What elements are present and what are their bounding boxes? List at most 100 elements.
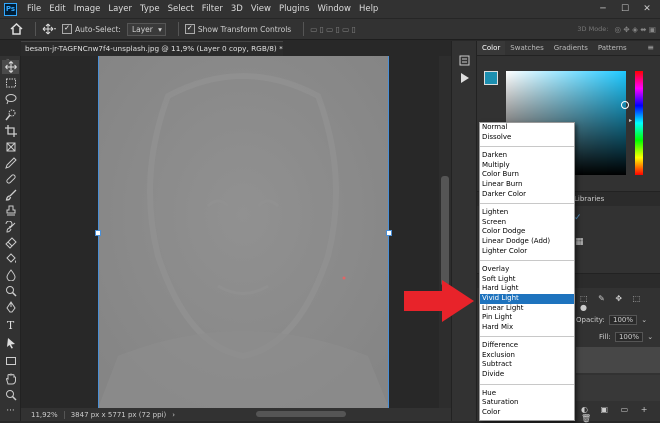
move-tool-icon[interactable] bbox=[2, 60, 19, 74]
opacity-value[interactable]: 100% bbox=[609, 315, 638, 325]
blend-mode-hue[interactable]: Hue bbox=[480, 389, 574, 399]
brush-tool-icon[interactable] bbox=[2, 188, 19, 202]
maximize-button[interactable]: ☐ bbox=[614, 0, 636, 18]
status-chevron-icon[interactable]: › bbox=[172, 411, 175, 419]
blend-mode-divide[interactable]: Divide bbox=[480, 370, 574, 380]
layer-row-selected[interactable] bbox=[576, 347, 660, 373]
foreground-color-swatch[interactable] bbox=[484, 71, 498, 85]
play-actions-icon[interactable] bbox=[460, 73, 470, 85]
chevron-down-icon[interactable]: ⌄ bbox=[641, 316, 647, 324]
blend-mode-color[interactable]: Color bbox=[480, 408, 574, 418]
frame-tool-icon[interactable] bbox=[2, 140, 19, 154]
blend-mode-normal[interactable]: Normal bbox=[480, 123, 574, 133]
vertical-scroll-thumb[interactable] bbox=[441, 176, 449, 286]
close-window-button[interactable]: ✕ bbox=[636, 0, 658, 18]
transform-handle-left[interactable] bbox=[95, 230, 101, 236]
marquee-tool-icon[interactable] bbox=[2, 76, 19, 90]
more-tools-icon[interactable]: ··· bbox=[2, 404, 19, 418]
eraser-tool-icon[interactable] bbox=[2, 236, 19, 250]
transform-handle-right[interactable] bbox=[386, 230, 392, 236]
blend-mode-darker-color[interactable]: Darker Color bbox=[480, 190, 574, 200]
fill-control[interactable]: Fill: 100% ⌄ bbox=[599, 332, 653, 342]
blend-mode-darken[interactable]: Darken bbox=[480, 151, 574, 161]
blend-mode-overlay[interactable]: Overlay bbox=[480, 265, 574, 275]
menu-help[interactable]: Help bbox=[355, 4, 382, 14]
blend-mode-multiply[interactable]: Multiply bbox=[480, 161, 574, 171]
healing-brush-tool-icon[interactable] bbox=[2, 172, 19, 186]
grid-icon[interactable]: ▦ bbox=[575, 237, 584, 247]
paint-bucket-tool-icon[interactable] bbox=[2, 252, 19, 266]
menu-select[interactable]: Select bbox=[164, 4, 198, 14]
blend-mode-saturation[interactable]: Saturation bbox=[480, 398, 574, 408]
layer-footer-icons[interactable]: ◐ ▣ ▭ + 🗑 bbox=[581, 405, 660, 423]
menu-view[interactable]: View bbox=[247, 4, 275, 14]
blend-mode-dissolve[interactable]: Dissolve bbox=[480, 133, 574, 143]
vertical-scrollbar[interactable] bbox=[439, 56, 451, 408]
tab-libraries[interactable]: Libraries bbox=[569, 192, 609, 206]
opacity-control[interactable]: Opacity: 100% ⌄ bbox=[576, 315, 647, 325]
tab-gradients[interactable]: Gradients bbox=[549, 41, 593, 55]
fill-value[interactable]: 100% bbox=[614, 332, 643, 342]
blend-mode-dropdown-menu[interactable]: Normal Dissolve Darken Multiply Color Burn Li… bbox=[479, 122, 575, 421]
show-transform-controls-checkbox[interactable]: ✓ Show Transform Controls bbox=[184, 24, 291, 34]
blur-tool-icon[interactable] bbox=[2, 268, 19, 282]
lock-icons[interactable]: ⬚ ✎ ✥ ⬚ ● bbox=[580, 294, 660, 312]
type-tool-icon[interactable]: T bbox=[2, 318, 19, 332]
tab-swatches[interactable]: Swatches bbox=[505, 41, 548, 55]
zoom-tool-icon[interactable] bbox=[2, 388, 19, 402]
blend-mode-color-burn[interactable]: Color Burn bbox=[480, 170, 574, 180]
rectangle-tool-icon[interactable] bbox=[2, 354, 19, 368]
blend-mode-exclusion[interactable]: Exclusion bbox=[480, 351, 574, 361]
document-tab[interactable]: besam-jr-TAGFNCnw7f4-unsplash.jpg @ 11,9… bbox=[21, 41, 283, 56]
blend-mode-linear-burn[interactable]: Linear Burn bbox=[480, 180, 574, 190]
menu-edit[interactable]: Edit bbox=[45, 4, 69, 14]
path-selection-tool-icon[interactable] bbox=[2, 336, 19, 350]
blend-mode-hard-light[interactable]: Hard Light bbox=[480, 284, 574, 294]
dodge-tool-icon[interactable] bbox=[2, 284, 19, 298]
move-tool-preset-icon[interactable] bbox=[42, 23, 56, 35]
horizontal-scroll-thumb[interactable] bbox=[256, 411, 346, 417]
blend-mode-pin-light[interactable]: Pin Light bbox=[480, 313, 574, 323]
menu-filter[interactable]: Filter bbox=[198, 4, 227, 14]
pen-tool-icon[interactable] bbox=[2, 300, 19, 314]
minimize-button[interactable]: ─ bbox=[592, 0, 614, 18]
auto-select-checkbox[interactable]: ✓ Auto-Select: bbox=[62, 24, 121, 34]
menu-layer[interactable]: Layer bbox=[104, 4, 136, 14]
blend-mode-linear-light[interactable]: Linear Light bbox=[480, 304, 574, 314]
zoom-level[interactable]: 11,92% bbox=[21, 411, 64, 419]
tab-color[interactable]: Color bbox=[477, 41, 506, 55]
menu-3d[interactable]: 3D bbox=[227, 4, 247, 14]
hand-tool-icon[interactable] bbox=[2, 372, 19, 386]
hue-slider[interactable] bbox=[635, 71, 643, 175]
blend-mode-soft-light[interactable]: Soft Light bbox=[480, 275, 574, 285]
3d-mode-icons[interactable]: ◎ ✥ ◈ ⬌ ▣ bbox=[614, 25, 656, 34]
quick-select-tool-icon[interactable] bbox=[2, 108, 19, 122]
adjustment-icon[interactable]: ✓ bbox=[574, 213, 582, 223]
eyedropper-tool-icon[interactable] bbox=[2, 156, 19, 170]
color-picker-marker[interactable] bbox=[621, 101, 629, 109]
blend-mode-vivid-light[interactable]: Vivid Light bbox=[480, 293, 574, 304]
panel-menu-icon[interactable]: ≡ bbox=[647, 43, 654, 52]
hue-slider-handle-icon[interactable]: ▸ bbox=[629, 117, 632, 124]
blend-mode-linear-dodge-add[interactable]: Linear Dodge (Add) bbox=[480, 237, 574, 247]
blend-mode-lighter-color[interactable]: Lighter Color bbox=[480, 247, 574, 257]
home-icon[interactable] bbox=[10, 23, 23, 35]
blend-mode-difference[interactable]: Difference bbox=[480, 341, 574, 351]
menu-file[interactable]: File bbox=[23, 4, 45, 14]
auto-select-target-dropdown[interactable]: Layer ▾ bbox=[126, 22, 166, 36]
blend-mode-color-dodge[interactable]: Color Dodge bbox=[480, 227, 574, 237]
blend-mode-subtract[interactable]: Subtract bbox=[480, 360, 574, 370]
blend-mode-hard-mix[interactable]: Hard Mix bbox=[480, 323, 574, 333]
history-brush-tool-icon[interactable] bbox=[2, 220, 19, 234]
menu-plugins[interactable]: Plugins bbox=[275, 4, 313, 14]
document-image[interactable] bbox=[98, 56, 389, 408]
menu-window[interactable]: Window bbox=[313, 4, 355, 14]
chevron-down-icon[interactable]: ⌄ bbox=[647, 333, 653, 341]
crop-tool-icon[interactable] bbox=[2, 124, 19, 138]
history-icon[interactable] bbox=[459, 55, 470, 68]
blend-mode-screen[interactable]: Screen bbox=[480, 218, 574, 228]
menu-type[interactable]: Type bbox=[136, 4, 164, 14]
lasso-tool-icon[interactable] bbox=[2, 92, 19, 106]
tab-patterns[interactable]: Patterns bbox=[593, 41, 632, 55]
blend-mode-lighten[interactable]: Lighten bbox=[480, 208, 574, 218]
